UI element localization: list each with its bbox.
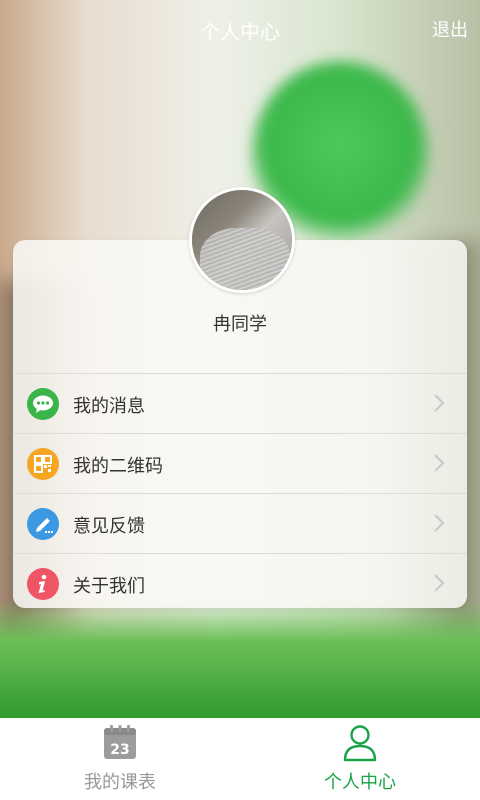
info-icon bbox=[27, 568, 59, 600]
menu-item-label: 我的二维码 bbox=[73, 456, 163, 477]
bottom-tab-bar: 23 我的课表 个人中心 bbox=[0, 718, 480, 800]
chevron-right-icon bbox=[434, 514, 445, 532]
top-header: 个人中心 退出 bbox=[0, 0, 480, 60]
menu-item-label: 关于我们 bbox=[73, 576, 145, 597]
chevron-right-icon bbox=[434, 454, 445, 472]
tab-label: 我的课表 bbox=[84, 772, 156, 793]
tab-label: 个人中心 bbox=[324, 772, 396, 793]
menu-item-label: 我的消息 bbox=[73, 396, 145, 417]
menu-item-about-us[interactable]: 关于我们 bbox=[13, 553, 467, 613]
personal-center-screen: 个人中心 退出 冉同学 我的消息 我的二维码 意见反馈 关于我们 23 我的课表… bbox=[0, 0, 480, 800]
chevron-right-icon bbox=[434, 394, 445, 412]
calendar-icon: 23 bbox=[104, 725, 136, 759]
message-icon bbox=[27, 388, 59, 420]
menu-item-label: 意见反馈 bbox=[73, 516, 145, 537]
menu-item-qr-code[interactable]: 我的二维码 bbox=[13, 433, 467, 493]
menu-item-messages[interactable]: 我的消息 bbox=[13, 373, 467, 433]
tab-personal-center[interactable]: 个人中心 bbox=[240, 718, 480, 800]
qr-code-icon bbox=[27, 448, 59, 480]
avatar[interactable] bbox=[189, 187, 295, 293]
profile-menu: 我的消息 我的二维码 意见反馈 关于我们 bbox=[13, 373, 467, 613]
chevron-right-icon bbox=[434, 574, 445, 592]
user-name: 冉同学 bbox=[213, 314, 267, 335]
calendar-day-number: 23 bbox=[110, 742, 129, 758]
tab-my-schedule[interactable]: 23 我的课表 bbox=[0, 718, 240, 800]
page-title: 个人中心 bbox=[200, 20, 280, 44]
logout-button[interactable]: 退出 bbox=[432, 16, 468, 42]
feedback-pencil-icon bbox=[27, 508, 59, 540]
person-icon bbox=[343, 725, 377, 762]
menu-item-feedback[interactable]: 意见反馈 bbox=[13, 493, 467, 553]
